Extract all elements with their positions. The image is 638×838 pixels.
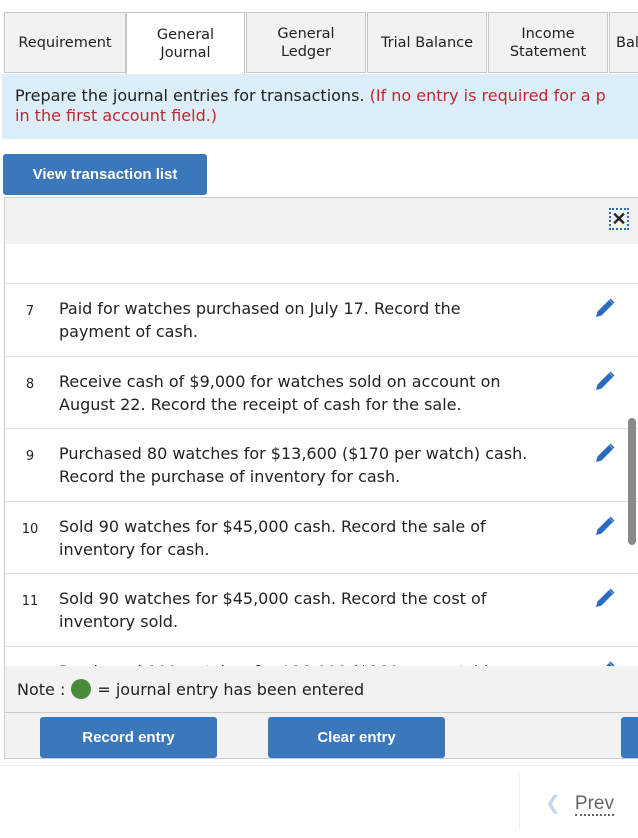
footer-separator — [519, 772, 520, 830]
tab-balance-sheet[interactable]: Bal — [609, 12, 638, 73]
chevron-left-icon: ❮ — [545, 793, 561, 814]
footer-divider — [0, 765, 638, 766]
action-bar: Record entry Clear entry — [5, 713, 638, 758]
note-label: Note : — [17, 679, 66, 699]
transaction-description: Purchased 80 watches for $13,600 ($170 p… — [59, 444, 528, 486]
pencil-edit-icon[interactable] — [593, 441, 617, 465]
prev-button[interactable]: ❮ Prev — [545, 792, 614, 816]
tab-trial-balance[interactable]: Trial Balance — [367, 12, 487, 73]
transaction-row: 9 Purchased 80 watches for $13,600 ($170 … — [5, 429, 638, 502]
transaction-list: 7 Paid for watches purchased on July 17. … — [5, 283, 638, 666]
scrollbar[interactable] — [628, 418, 636, 545]
tab-label: Bal — [616, 34, 638, 51]
tab-general-ledger[interactable]: General Ledger — [246, 12, 366, 73]
transaction-number: 7 — [25, 304, 35, 319]
transaction-number: 8 — [25, 376, 35, 392]
pencil-edit-icon[interactable] — [593, 369, 617, 393]
transaction-row: 10 Sold 90 watches for $45,000 cash. Reco… — [5, 502, 638, 574]
close-icon[interactable]: ✕ — [609, 208, 629, 230]
transaction-description: Receive cash of $9,000 for watches sold … — [59, 371, 501, 414]
transaction-row: 7 Paid for watches purchased on July 17. … — [5, 284, 638, 357]
tab-requirement[interactable]: Requirement — [4, 12, 126, 73]
tab-label: General Journal — [156, 27, 215, 61]
transaction-list-panel: ✕ 7 Paid for watches purchased on July 17… — [4, 197, 638, 759]
transaction-row: 11 Sold 90 watches for $45,000 cash. Reco… — [5, 574, 638, 647]
instructions-text: Prepare the journal entries for transact… — [15, 86, 365, 105]
record-entry-button[interactable]: Record entry — [40, 717, 217, 758]
transaction-number: 11 — [21, 594, 39, 609]
panel-header: ✕ — [5, 198, 638, 244]
clear-entry-button[interactable]: Clear entry — [268, 717, 445, 758]
note-bar: Note : = journal entry has been entered — [5, 666, 638, 713]
tab-general-journal[interactable]: General Journal — [126, 12, 245, 75]
pencil-edit-icon[interactable] — [593, 296, 617, 320]
transaction-description: Paid for watches purchased on July 17. R… — [59, 299, 461, 341]
instructions-note: (If no entry is required for a p — [369, 86, 606, 105]
transaction-description: Sold 90 watches for $45,000 cash. Record… — [59, 589, 487, 631]
prev-label: Prev — [574, 793, 614, 816]
view-general-journal-button[interactable] — [621, 717, 638, 758]
transaction-row: 8 Receive cash of $9,000 for watches sold… — [5, 357, 638, 429]
tab-income-statement[interactable]: Income Statement — [488, 12, 608, 73]
transaction-number: 10 — [21, 521, 39, 537]
tab-label: General Ledger — [277, 25, 335, 60]
tab-label: Income Statement — [509, 25, 587, 60]
tab-label: Requirement — [18, 34, 112, 51]
note-text: = journal entry has been entered — [97, 679, 365, 699]
pencil-edit-icon[interactable] — [593, 514, 617, 538]
green-dot-icon — [71, 679, 92, 699]
pencil-edit-icon[interactable] — [593, 586, 617, 610]
instructions-note-line2: in the first account field.) — [15, 106, 218, 125]
pencil-edit-icon[interactable] — [593, 659, 617, 667]
transaction-description: Sold 90 watches for $45,000 cash. Record… — [59, 516, 486, 559]
view-transaction-list-button[interactable]: View transaction list — [3, 154, 207, 195]
transaction-number: 9 — [25, 449, 35, 464]
transaction-row: 12Purchased 100 watches for $18,000 ($18… — [5, 647, 638, 667]
instructions-banner: Prepare the journal entries for transact… — [2, 74, 638, 139]
tab-label: Trial Balance — [380, 34, 474, 51]
